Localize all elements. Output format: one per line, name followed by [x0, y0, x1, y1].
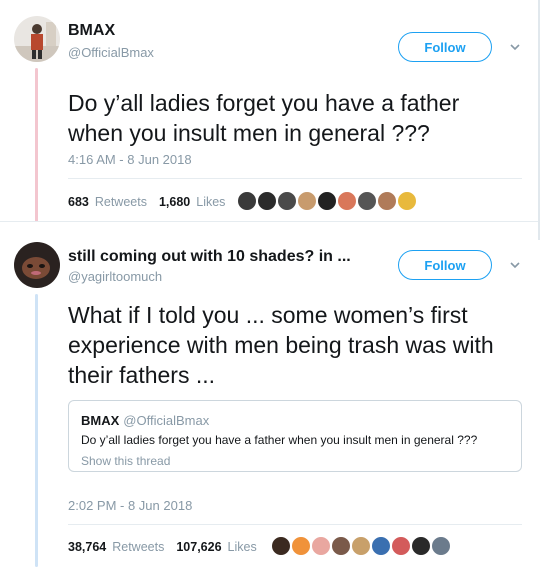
handle[interactable]: @yagirltoomuch — [68, 269, 162, 284]
avatar[interactable] — [14, 242, 60, 288]
tweet-bmax: BMAX @OfficialBmax Follow Do y’all ladie… — [0, 0, 540, 222]
follow-button[interactable]: Follow — [398, 250, 492, 280]
quoted-text: Do y’all ladies forget you have a father… — [81, 433, 478, 447]
liker-avatar[interactable] — [370, 535, 392, 557]
retweets-count[interactable]: 38,764 — [68, 540, 106, 554]
retweets-label[interactable]: Retweets — [112, 540, 164, 554]
liker-avatar[interactable] — [296, 190, 318, 212]
thread-line — [35, 294, 38, 567]
liker-avatar[interactable] — [276, 190, 298, 212]
chevron-down-icon[interactable] — [508, 40, 522, 54]
tweet-text: Do y’all ladies forget you have a father… — [68, 90, 460, 146]
liker-avatar[interactable] — [310, 535, 332, 557]
quoted-tweet[interactable]: BMAX @OfficialBmax Do y’all ladies forget… — [68, 400, 522, 472]
likes-label[interactable]: Likes — [228, 540, 257, 554]
liker-avatar[interactable] — [336, 190, 358, 212]
liker-avatar[interactable] — [316, 190, 338, 212]
quoted-author[interactable]: BMAX @OfficialBmax — [81, 413, 209, 428]
timestamp[interactable]: 2:02 PM - 8 Jun 2018 — [68, 498, 192, 513]
liker-avatar[interactable] — [350, 535, 372, 557]
handle[interactable]: @OfficialBmax — [68, 45, 154, 60]
avatar[interactable] — [14, 16, 60, 62]
display-name[interactable]: still coming out with 10 shades? in ... — [68, 248, 351, 266]
engagement-stats: 683 Retweets 1,680 Likes — [68, 195, 225, 209]
liker-avatar[interactable] — [270, 535, 292, 557]
thread-line — [35, 68, 38, 222]
liker-avatar[interactable] — [330, 535, 352, 557]
likes-label[interactable]: Likes — [196, 195, 225, 209]
tweet-text: What if I told you ... some women’s firs… — [68, 302, 494, 388]
liker-avatar[interactable] — [290, 535, 312, 557]
likes-count[interactable]: 107,626 — [176, 540, 221, 554]
divider — [68, 524, 522, 525]
liker-avatar[interactable] — [396, 190, 418, 212]
likes-count[interactable]: 1,680 — [159, 195, 190, 209]
chevron-down-icon[interactable] — [508, 258, 522, 272]
liker-avatar[interactable] — [376, 190, 398, 212]
liker-avatar[interactable] — [430, 535, 452, 557]
retweets-count[interactable]: 683 — [68, 195, 89, 209]
show-thread-link[interactable]: Show this thread — [81, 454, 170, 468]
liker-avatar[interactable] — [236, 190, 258, 212]
engagement-stats: 38,764 Retweets 107,626 Likes — [68, 540, 257, 554]
quoted-handle: @OfficialBmax — [123, 413, 210, 428]
divider — [68, 178, 522, 179]
liker-avatar[interactable] — [356, 190, 378, 212]
liker-avatar[interactable] — [390, 535, 412, 557]
liker-avatar[interactable] — [410, 535, 432, 557]
timestamp[interactable]: 4:16 AM - 8 Jun 2018 — [68, 152, 192, 167]
tweet-yagirltoomuch: still coming out with 10 shades? in ... … — [0, 222, 540, 567]
display-name[interactable]: BMAX — [68, 22, 115, 40]
liker-avatars — [236, 190, 418, 212]
follow-button[interactable]: Follow — [398, 32, 492, 62]
quoted-display-name: BMAX — [81, 413, 120, 428]
liker-avatars — [270, 535, 452, 557]
liker-avatar[interactable] — [256, 190, 278, 212]
retweets-label[interactable]: Retweets — [95, 195, 147, 209]
